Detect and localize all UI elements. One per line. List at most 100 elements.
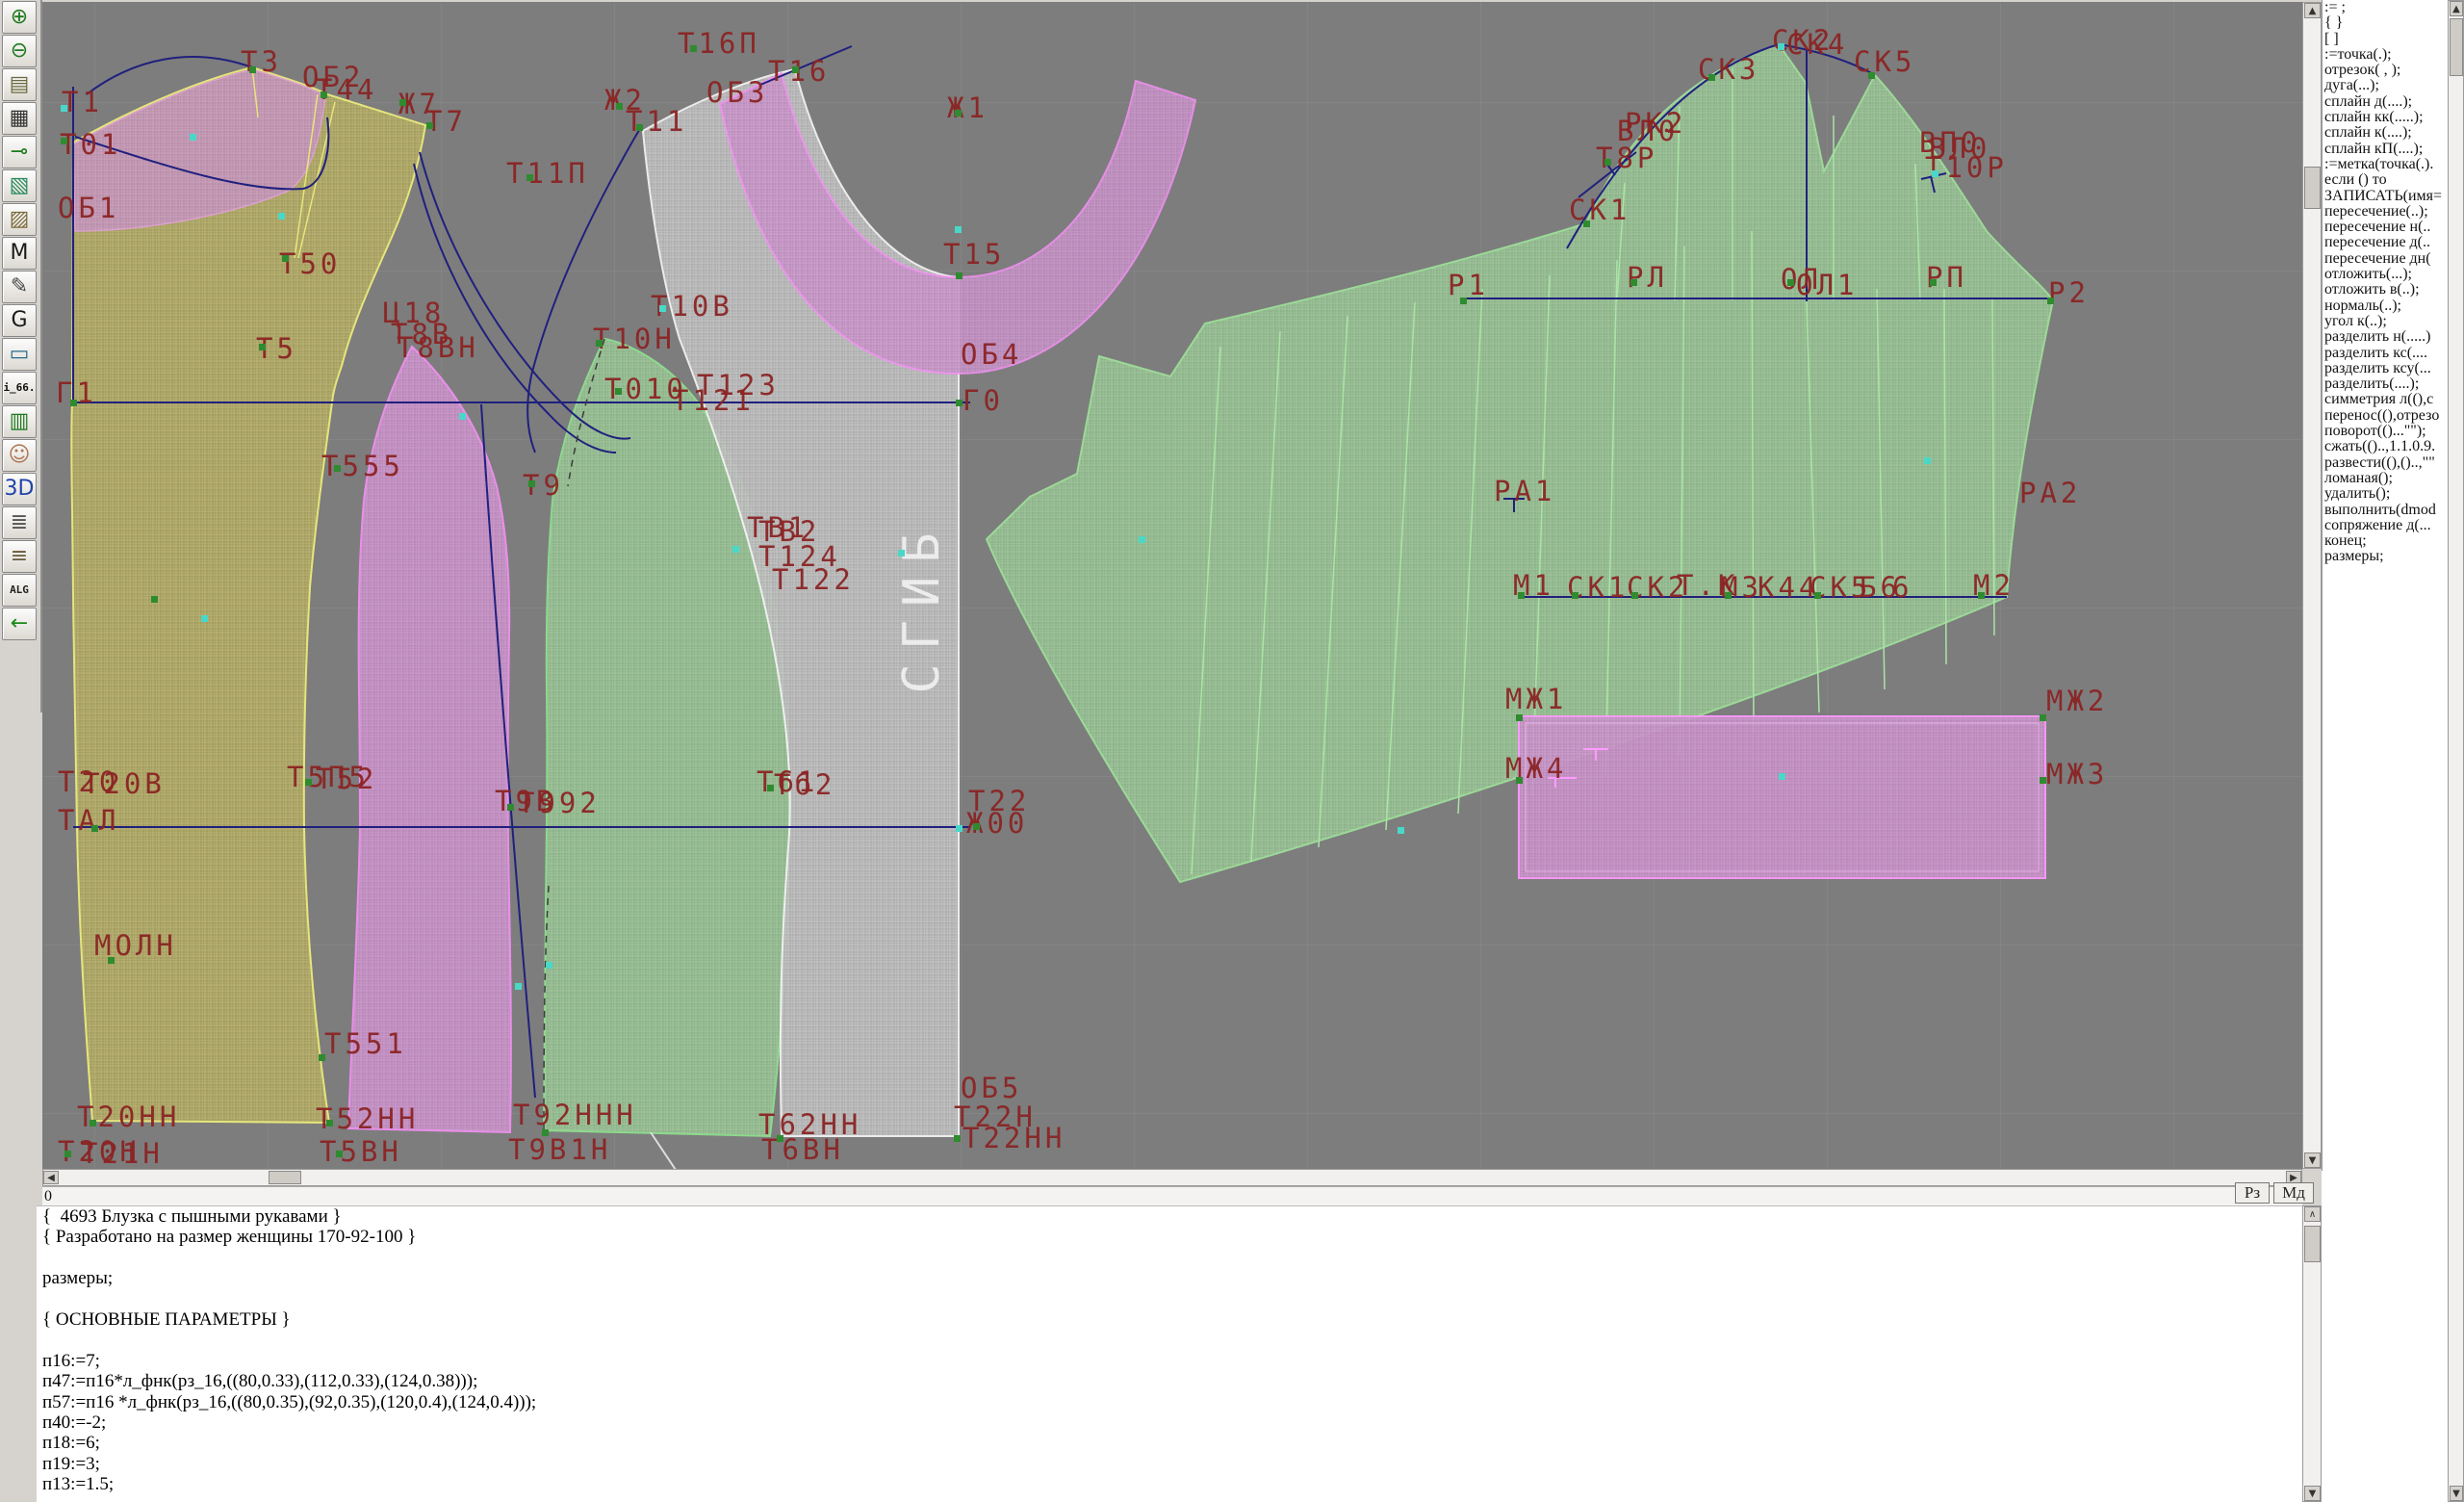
canvas-vscroll-thumb[interactable] [2304,167,2321,209]
code-line[interactable]: п13:=1.5; [37,1474,2302,1494]
measure-button[interactable]: ⊸ [2,136,37,168]
panel-vscroll-thumb[interactable] [2450,18,2463,76]
drafting-tools-icon: ✎ [11,276,28,298]
table-button[interactable]: ▥ [2,405,37,438]
function-list-item[interactable]: размеры; [2323,549,2449,564]
code-line[interactable] [37,1248,2302,1268]
scroll-down-button[interactable]: ▼ [2304,1152,2321,1168]
function-list-item[interactable]: ломаная(); [2323,471,2449,486]
code-line[interactable] [37,1330,2302,1350]
function-list-item[interactable]: поворот(()...""); [2323,424,2449,439]
function-list-item[interactable]: конец; [2323,533,2449,549]
function-list-item[interactable]: сплайн кП(....); [2323,142,2449,157]
function-list-item[interactable]: отрезок( , ); [2323,63,2449,78]
alg-button[interactable]: ALG [2,574,37,607]
exit-button[interactable]: ← [2,608,37,640]
construction-point [70,400,77,406]
function-list-item[interactable]: сплайн к(....); [2323,125,2449,141]
function-list-item[interactable]: выполнить(dmod [2323,503,2449,518]
zoom-out-button[interactable]: ⊖ [2,35,37,67]
construction-point [1139,536,1145,543]
code-line[interactable]: п18:=6; [37,1433,2302,1453]
function-list-item[interactable]: дуга(...); [2323,78,2449,93]
code-line[interactable]: { 4693 Блузка с пышными рукавами } [37,1206,2302,1227]
function-list-item[interactable]: симметрия л((),с [2323,392,2449,407]
function-list-item[interactable]: :=метка(точка(.). [2323,157,2449,172]
pattern-canvas[interactable]: СГИБ Т1Т01ОБ1Т3ОБ2Т44Ж7Т7Т50Т5Г1Т555Ц18Т… [42,2,2302,1169]
function-list-item[interactable]: сжать(()..,1.1.0.9. [2323,439,2449,454]
construction-point [1604,159,1611,166]
function-list-item[interactable]: отложить в(..); [2323,282,2449,298]
function-list-item[interactable]: отложить(...); [2323,267,2449,282]
models-m-button[interactable]: M [2,237,37,270]
function-list-item[interactable]: разделить ксу(... [2323,361,2449,376]
editor-vscroll-thumb[interactable] [2304,1226,2321,1262]
grading-g-button[interactable]: G [2,304,37,337]
canvas-hscrollbar[interactable]: ◀ ▶ [42,1169,2302,1186]
portrait-button[interactable]: ☺ [2,439,37,472]
code-line[interactable]: п40:=-2; [37,1412,2302,1433]
function-list-item[interactable]: удалить(); [2323,486,2449,502]
code-line[interactable]: п47:=п16*л_фнк(рз_16,((80,0.33),(112,0.3… [37,1371,2302,1391]
image-page-button[interactable]: ▧ [2,169,37,202]
zoom-in-button[interactable]: ⊕ [2,1,37,34]
pattern-sheet-button[interactable]: ▨ [2,203,37,236]
function-list-item[interactable]: пересечение дн( [2323,251,2449,267]
construction-point [1630,279,1637,286]
scroll-down-button[interactable]: ▼ [2450,1486,2463,1501]
scroll-up-button[interactable]: ▲ [2304,3,2321,18]
scroll-up-button[interactable]: ∧ [2304,1206,2321,1222]
function-list-item[interactable]: [ ] [2323,32,2449,47]
canvas-hscroll-thumb[interactable] [269,1171,301,1184]
code-line[interactable]: п16:=7; [37,1351,2302,1371]
code-line[interactable]: п19:=3; [37,1454,2302,1474]
page-preview-button[interactable]: ▤ [2,68,37,101]
function-list-item[interactable]: угол к(..); [2323,314,2449,329]
function-list-item[interactable]: { } [2323,15,2449,31]
scroll-left-button[interactable]: ◀ [43,1171,59,1184]
function-list-item[interactable]: развести((),()..,"" [2323,455,2449,471]
piece-cuff-rect[interactable] [1519,716,2045,878]
function-list-item[interactable]: нормаль(..); [2323,298,2449,314]
code-line[interactable]: п57:=п16 *л_фнк(рз_16,((80,0.35),(92,0.3… [37,1392,2302,1412]
pattern-label: Т1 [62,86,103,118]
function-list-item[interactable]: ЗАПИСАТЬ(имя= [2323,189,2449,204]
scroll-down-button[interactable]: ▼ [2304,1486,2321,1501]
rz-button[interactable]: Рз [2235,1182,2270,1204]
i66-button[interactable]: i_66. [2,372,37,404]
function-list-item[interactable]: перенос((),отрезо [2323,408,2449,424]
grid-button[interactable]: ▦ [2,102,37,135]
drafting-tools-button[interactable]: ✎ [2,271,37,303]
pattern-label: Т44 [316,73,377,106]
ruler-button[interactable]: ▭ [2,338,37,371]
function-list-item[interactable]: сопряжение д(... [2323,518,2449,533]
function-list-item[interactable]: пересечение н(.. [2323,220,2449,235]
pattern-label: Т15 [943,238,1005,271]
program-editor[interactable]: { 4693 Блузка с пышными рукавами }{ Разр… [37,1205,2302,1502]
code-line[interactable]: размеры; [37,1268,2302,1288]
function-list-item[interactable]: разделить(....); [2323,376,2449,392]
code-line[interactable] [37,1289,2302,1309]
function-list-item[interactable]: сплайн д(....); [2323,94,2449,110]
md-button[interactable]: Мд [2273,1182,2314,1204]
function-list-item[interactable]: разделить н(.....) [2323,329,2449,345]
canvas-vscrollbar[interactable]: ▲ ▼ [2302,2,2322,1169]
code-line[interactable]: { ОСНОВНЫЕ ПАРАМЕТРЫ } [37,1309,2302,1330]
function-list-item[interactable]: :=точка(.); [2323,47,2449,63]
function-list-item[interactable]: сплайн кк(.....); [2323,110,2449,125]
threed-button[interactable]: 3D [2,473,37,505]
doc-lines-button[interactable]: ≣ [2,506,37,539]
panel-vscrollbar[interactable]: ▲ ▼ [2448,0,2464,1502]
books-button[interactable]: ≡ [2,540,37,573]
function-list-item[interactable]: := ; [2323,0,2449,15]
function-list-item[interactable]: пересечение(..); [2323,204,2449,220]
construction-point [399,99,406,106]
function-list-item[interactable]: пересечение д(.. [2323,235,2449,250]
function-list-item[interactable]: разделить кс(.... [2323,346,2449,361]
function-list-item[interactable]: если () то [2323,172,2449,188]
code-line[interactable]: { Разработано на размер женщины 170-92-1… [37,1227,2302,1247]
editor-vscrollbar[interactable]: ∧ ▼ [2302,1205,2322,1502]
scroll-up-button[interactable]: ▲ [2450,1,2463,16]
construction-point [1868,72,1875,79]
construction-point [2040,777,2046,784]
